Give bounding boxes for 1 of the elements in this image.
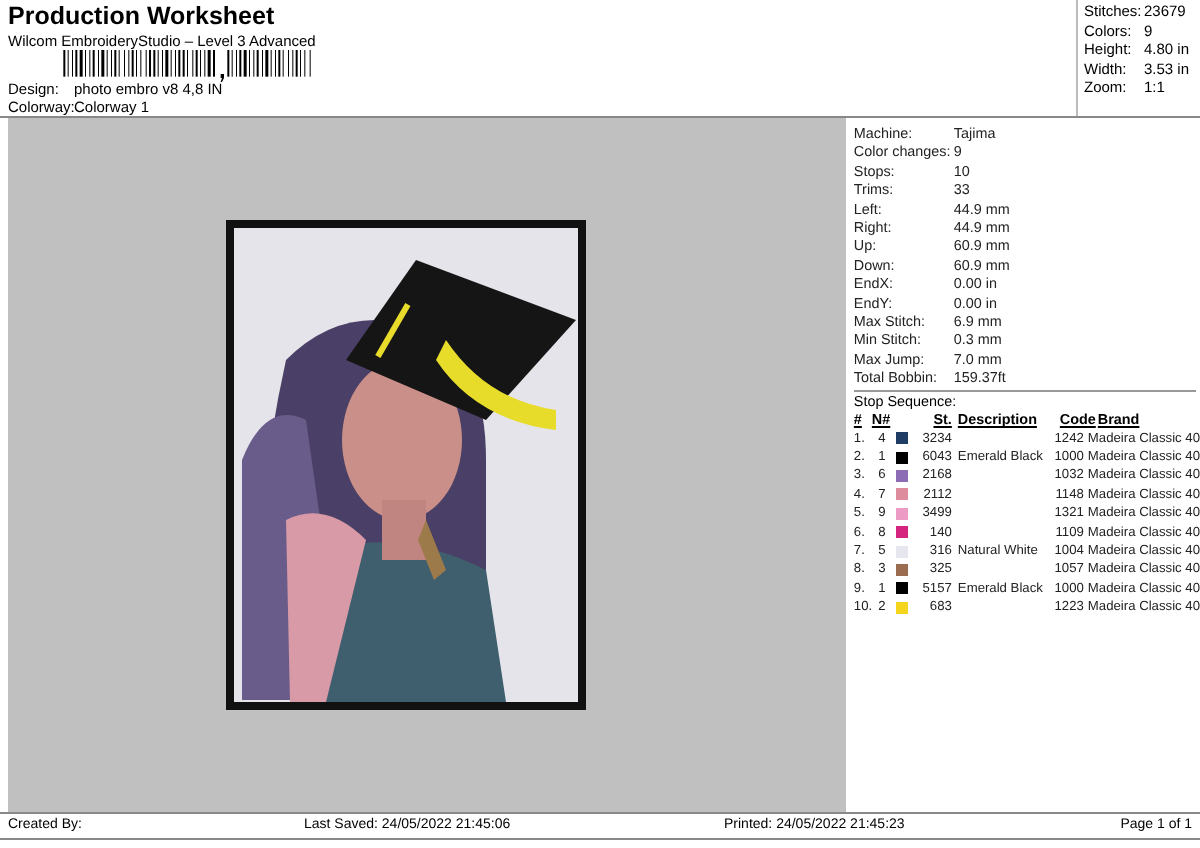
report-title: Production Worksheet <box>8 2 277 32</box>
